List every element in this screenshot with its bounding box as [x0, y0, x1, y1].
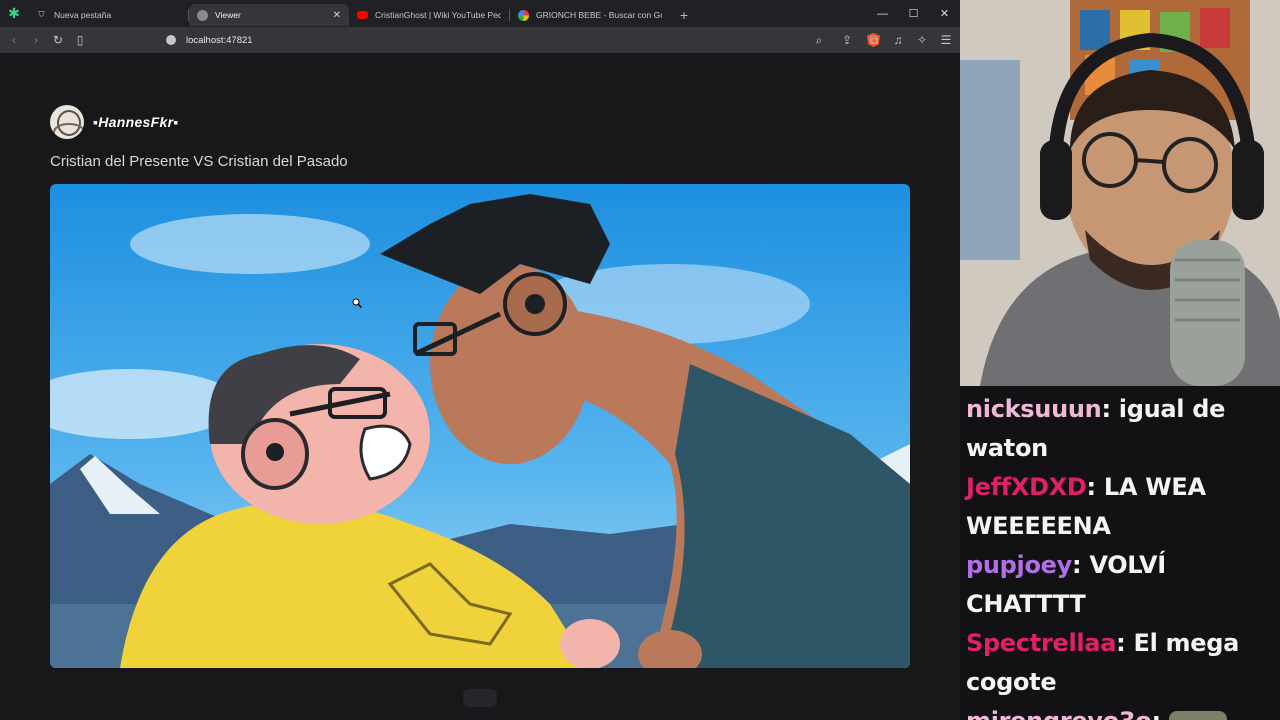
tab-strip: ✱ ⛉ Nueva pestaña Viewer ✕ CristianGhost…	[0, 0, 960, 27]
leo-icon[interactable]: ✧	[914, 32, 930, 48]
chat-colon: :	[1151, 707, 1168, 720]
globe-icon	[197, 9, 208, 21]
chat-colon: :	[1116, 629, 1134, 657]
webcam-overlay	[960, 0, 1280, 386]
brave-shield-icon: ⛉	[38, 10, 45, 19]
browser-window: ✱ ⛉ Nueva pestaña Viewer ✕ CristianGhost…	[0, 0, 960, 720]
tab-label: Nueva pestaña	[54, 10, 112, 20]
pager-handle[interactable]	[463, 689, 497, 707]
chat-emote-icon	[1168, 711, 1227, 720]
close-window-icon[interactable]: ✕	[929, 0, 960, 27]
tab-label: Viewer	[215, 10, 241, 20]
post-title: Cristian del Presente VS Cristian del Pa…	[50, 153, 348, 170]
youtube-icon	[357, 11, 368, 19]
streamer-webcam-image	[960, 0, 1280, 386]
new-tab-button[interactable]: +	[672, 7, 696, 23]
maximize-icon[interactable]: ☐	[898, 0, 929, 27]
close-tab-icon[interactable]: ✕	[333, 10, 341, 21]
toolbar-right: ⧉ ♫ ✧ ☰	[866, 32, 954, 48]
chevron-down-icon[interactable]: v	[836, 0, 867, 27]
tab-viewer[interactable]: Viewer ✕	[189, 4, 349, 26]
extension-app-icon[interactable]: ✱	[0, 0, 28, 27]
avatar[interactable]	[50, 105, 84, 139]
author-name[interactable]: ▪HannesFkr▪	[93, 114, 179, 130]
share-icon[interactable]: ⇪	[839, 32, 855, 48]
chat-username: pupjoey	[966, 551, 1072, 579]
extensions-icon[interactable]: ⧉	[866, 32, 882, 48]
zoom-icon[interactable]: ⌕	[811, 32, 827, 48]
google-icon	[518, 9, 529, 21]
tab-cristianghost-wiki[interactable]: CristianGhost | Wiki YouTube Pedia |	[349, 4, 509, 26]
chat-message: JeffXDXD: LA WEA WEEEEENA	[966, 468, 1274, 546]
back-icon[interactable]: ‹	[6, 32, 22, 48]
minimize-icon[interactable]: —	[867, 0, 898, 27]
chat-message: mirengreyo3o:	[966, 702, 1274, 720]
chat-username: nicksuuun	[966, 395, 1102, 423]
address-bar[interactable]: localhost:47821 ⌕ ⇪	[158, 30, 888, 50]
chat-message: Spectrellaa: El mega cogote	[966, 624, 1274, 702]
reload-icon[interactable]: ↻	[50, 32, 66, 48]
window-controls: v — ☐ ✕	[836, 0, 960, 27]
tab-label: GRIONCH BEBE - Buscar con Google	[536, 10, 662, 20]
stream-chat: nicksuuun: igual de waton JeffXDXD: LA W…	[960, 386, 1280, 720]
chat-message: nicksuuun: igual de waton	[966, 390, 1274, 468]
post-image-art	[50, 184, 910, 668]
sidebar-toggle-icon[interactable]: ▯	[72, 32, 88, 48]
navigation-toolbar: ‹ › ↻ ▯ localhost:47821 ⌕ ⇪ ⧉ ♫ ✧ ☰	[0, 27, 960, 53]
menu-icon[interactable]: ☰	[938, 32, 954, 48]
chat-username: Spectrellaa	[966, 629, 1117, 657]
tab-label: CristianGhost | Wiki YouTube Pedia |	[375, 10, 501, 20]
chat-username: JeffXDXD	[966, 473, 1087, 501]
forward-icon[interactable]: ›	[28, 32, 44, 48]
chat-colon: :	[1101, 395, 1119, 423]
post-author[interactable]: ▪HannesFkr▪	[50, 105, 179, 139]
chat-colon: :	[1086, 473, 1104, 501]
tab-google-search[interactable]: GRIONCH BEBE - Buscar con Google	[510, 4, 670, 26]
tab-new-tab[interactable]: ⛉ Nueva pestaña	[28, 4, 188, 26]
post-image[interactable]	[50, 184, 910, 668]
chat-colon: :	[1071, 551, 1090, 579]
zoom-cursor-icon	[352, 298, 362, 308]
url-text[interactable]: localhost:47821	[186, 35, 253, 46]
site-info-icon[interactable]	[166, 35, 176, 45]
media-icon[interactable]: ♫	[890, 32, 906, 48]
chat-message: pupjoey: VOLVÍ CHATTTT	[966, 546, 1274, 624]
chat-username: mirengreyo3o	[966, 707, 1152, 720]
viewer-page: ▪HannesFkr▪ Cristian del Presente VS Cri…	[0, 53, 960, 720]
